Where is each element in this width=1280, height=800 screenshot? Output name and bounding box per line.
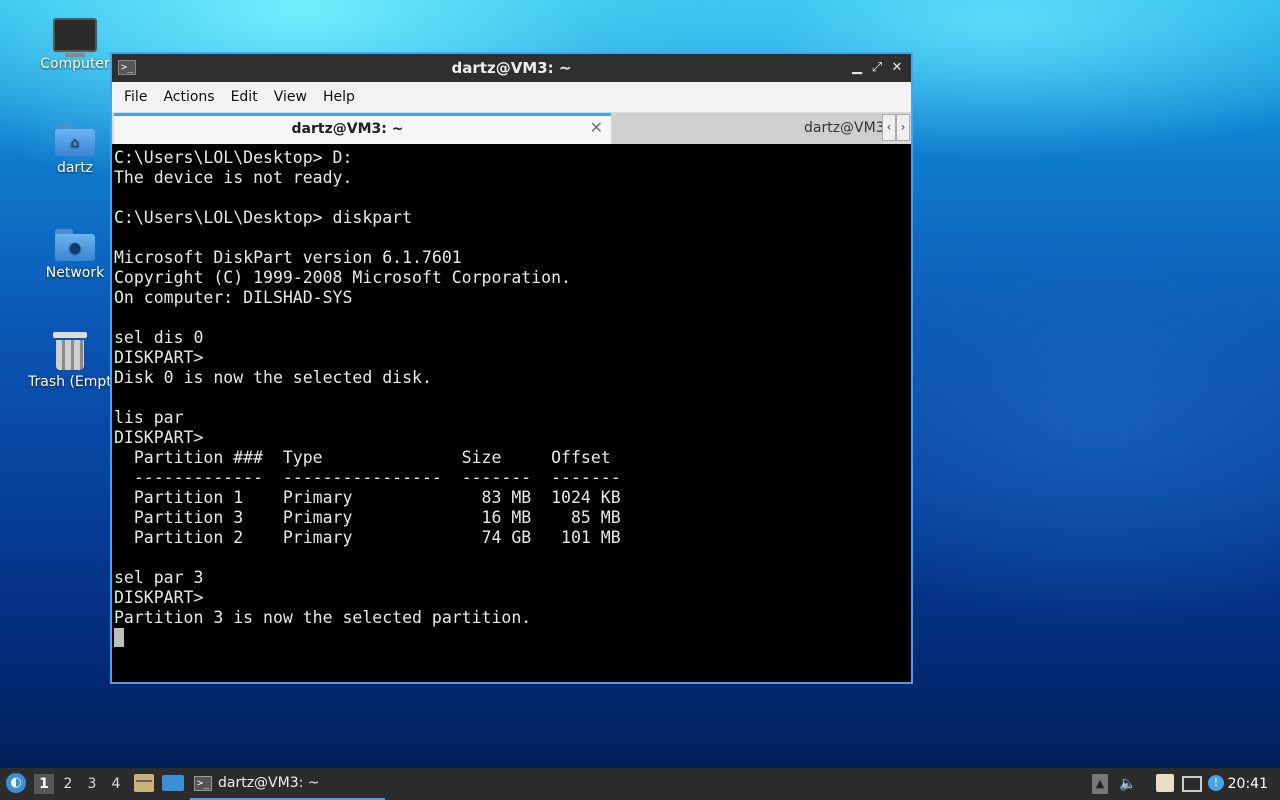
desktop-icon-computer[interactable]: Computer bbox=[28, 18, 122, 72]
desktop-icon-network[interactable]: ● Network bbox=[28, 227, 122, 281]
terminal-window[interactable]: >_ dartz@VM3: ~ ▁ ⤢ ✕ File Actions Edit … bbox=[110, 52, 913, 684]
tab-bar: dartz@VM3: ~ ✕ dartz@VM3: ~ ‹ › bbox=[112, 112, 911, 145]
tab-scroll-right-icon[interactable]: › bbox=[896, 114, 910, 141]
workspace-2[interactable]: 2 bbox=[58, 774, 78, 794]
clock[interactable]: 20:41 bbox=[1228, 768, 1268, 800]
tab-scroll-left-icon[interactable]: ‹ bbox=[882, 114, 896, 141]
window-titlebar[interactable]: >_ dartz@VM3: ~ ▁ ⤢ ✕ bbox=[112, 54, 911, 82]
clipboard-icon[interactable] bbox=[1156, 774, 1174, 792]
notification-icon[interactable]: ! bbox=[1208, 775, 1224, 791]
tab-active[interactable]: dartz@VM3: ~ ✕ bbox=[114, 113, 611, 144]
network-folder-icon: ● bbox=[55, 227, 95, 261]
app-menu-icon[interactable]: ◐ bbox=[6, 773, 26, 793]
menu-bar: File Actions Edit View Help bbox=[112, 82, 911, 112]
volume-icon[interactable]: 🔈 bbox=[1118, 774, 1138, 794]
menu-edit[interactable]: Edit bbox=[223, 89, 266, 105]
terminal-cursor bbox=[114, 628, 124, 647]
taskbar: ◐ 1 2 3 4 >_ dartz@VM3: ~ ▲ 🔈 ! 20:41 bbox=[0, 768, 1280, 800]
taskbar-task-terminal[interactable]: >_ dartz@VM3: ~ bbox=[190, 771, 385, 800]
tray-eject-icon[interactable]: ▲ bbox=[1092, 774, 1108, 794]
computer-icon bbox=[53, 18, 97, 57]
workspace-4[interactable]: 4 bbox=[106, 774, 126, 794]
desktop-icon-trash[interactable]: Trash (Empty) bbox=[28, 330, 112, 390]
desktop-icon-label: Trash (Empty) bbox=[28, 374, 112, 390]
tab-close-icon[interactable]: ✕ bbox=[590, 118, 603, 137]
desktop-icon-label: Computer bbox=[40, 56, 110, 72]
file-manager-icon[interactable] bbox=[134, 774, 154, 792]
menu-help[interactable]: Help bbox=[315, 89, 363, 105]
desktop-icon-label: Network bbox=[45, 265, 105, 281]
workspace-3[interactable]: 3 bbox=[82, 774, 102, 794]
network-icon[interactable] bbox=[1182, 776, 1202, 792]
terminal-icon: >_ bbox=[194, 776, 212, 791]
tab-label: dartz@VM3: ~ bbox=[804, 120, 882, 136]
taskbar-task-label: dartz@VM3: ~ bbox=[218, 775, 320, 791]
tab-label: dartz@VM3: ~ bbox=[291, 121, 404, 137]
desktop-icon-home[interactable]: ⌂ dartz bbox=[28, 122, 122, 176]
terminal-text: C:\Users\LOL\Desktop> D: The device is n… bbox=[114, 148, 621, 627]
menu-file[interactable]: File bbox=[116, 89, 155, 105]
minimize-icon[interactable]: ▁ bbox=[848, 58, 866, 78]
menu-actions[interactable]: Actions bbox=[155, 89, 222, 105]
window-title: dartz@VM3: ~ bbox=[451, 59, 572, 77]
terminal-output[interactable]: C:\Users\LOL\Desktop> D: The device is n… bbox=[112, 144, 911, 682]
show-desktop-icon[interactable] bbox=[162, 775, 184, 791]
close-icon[interactable]: ✕ bbox=[888, 58, 906, 78]
desktop-icon-label: dartz bbox=[56, 160, 94, 176]
trash-icon bbox=[53, 330, 87, 370]
menu-view[interactable]: View bbox=[266, 89, 315, 105]
workspace-1[interactable]: 1 bbox=[34, 774, 54, 794]
maximize-icon[interactable]: ⤢ bbox=[868, 58, 886, 78]
tab-inactive[interactable]: dartz@VM3: ~ bbox=[612, 113, 882, 144]
home-folder-icon: ⌂ bbox=[55, 122, 95, 156]
